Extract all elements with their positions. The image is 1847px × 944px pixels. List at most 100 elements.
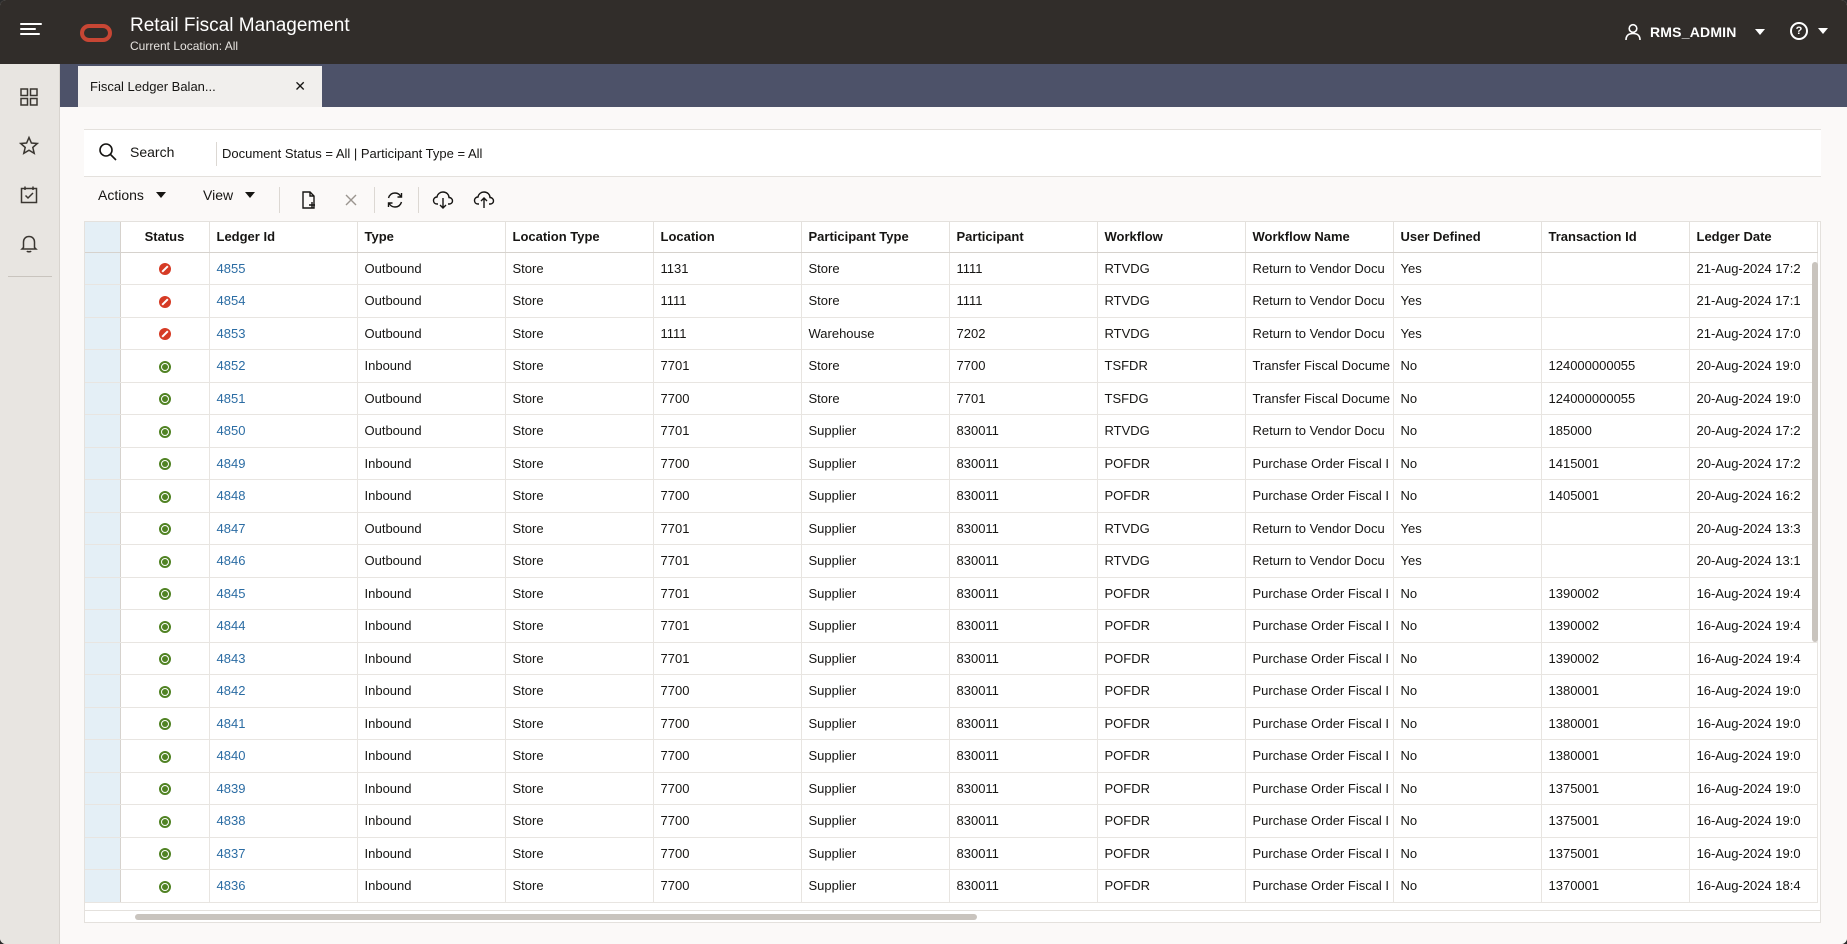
ledger-id-link[interactable]: 4837 xyxy=(217,846,246,861)
table-row[interactable]: 4852 Inbound Store 7701 Store 7700 TSFDR Transf… xyxy=(85,349,1818,383)
column-header-ledger-date[interactable]: Ledger Date xyxy=(1689,222,1818,253)
table-row[interactable]: 4854 Outbound Store 1111 Store 1111 RTVDG Retur… xyxy=(85,284,1818,318)
search-button[interactable]: Search xyxy=(98,142,174,162)
row-selector[interactable] xyxy=(85,544,121,578)
row-selector[interactable] xyxy=(85,837,121,870)
ledger-id-link[interactable]: 4841 xyxy=(217,716,246,731)
ledger-id-link[interactable]: 4845 xyxy=(217,586,246,601)
user-menu[interactable]: RMS_ADMIN xyxy=(1624,20,1765,44)
table-row[interactable]: 4837 Inbound Store 7700 Supplier 830011 POFDR P… xyxy=(85,837,1818,870)
row-selector[interactable] xyxy=(85,284,121,318)
table-row[interactable]: 4855 Outbound Store 1131 Store 1111 RTVDG Retur… xyxy=(85,252,1818,285)
hamburger-menu-icon[interactable] xyxy=(20,20,42,42)
table-row[interactable]: 4844 Inbound Store 7701 Supplier 830011 POFDR P… xyxy=(85,609,1818,643)
column-header-participant[interactable]: Participant xyxy=(949,222,1098,253)
row-selector[interactable] xyxy=(85,577,121,610)
column-header-transaction-id[interactable]: Transaction Id xyxy=(1541,222,1690,253)
location-type-cell: Store xyxy=(505,317,654,350)
row-selector[interactable] xyxy=(85,447,121,480)
delete-icon[interactable] xyxy=(340,189,362,211)
column-header-participant-type[interactable]: Participant Type xyxy=(801,222,950,253)
row-selector[interactable] xyxy=(85,479,121,513)
table-row[interactable]: 4843 Inbound Store 7701 Supplier 830011 POFDR P… xyxy=(85,642,1818,675)
tasks-icon[interactable] xyxy=(18,184,42,208)
ledger-id-link[interactable]: 4840 xyxy=(217,748,246,763)
column-header-location-type[interactable]: Location Type xyxy=(505,222,654,253)
column-header-ledger-id[interactable]: Ledger Id xyxy=(209,222,358,253)
tab-fiscal-ledger-balance[interactable]: Fiscal Ledger Balan... ✕ xyxy=(78,66,322,107)
row-selector[interactable] xyxy=(85,707,121,740)
column-header-workflow-name[interactable]: Workflow Name xyxy=(1245,222,1394,253)
dashboard-icon[interactable] xyxy=(18,86,42,110)
ledger-id-link[interactable]: 4848 xyxy=(217,488,246,503)
table-row[interactable]: 4850 Outbound Store 7701 Supplier 830011 RTVDG… xyxy=(85,414,1818,448)
table-row[interactable]: 4848 Inbound Store 7700 Supplier 830011 POFDR P… xyxy=(85,479,1818,513)
ledger-id-link[interactable]: 4844 xyxy=(217,618,246,633)
column-header-location[interactable]: Location xyxy=(653,222,802,253)
table-row[interactable]: 4846 Outbound Store 7701 Supplier 830011 RTVDG… xyxy=(85,544,1818,578)
ledger-id-link[interactable]: 4850 xyxy=(217,423,246,438)
table-row[interactable]: 4838 Inbound Store 7700 Supplier 830011 POFDR P… xyxy=(85,804,1818,838)
row-selector[interactable] xyxy=(85,772,121,805)
close-icon[interactable]: ✕ xyxy=(294,78,306,95)
help-menu[interactable]: ? xyxy=(1790,22,1828,40)
column-header-status[interactable]: Status xyxy=(120,222,210,253)
ledger-id-link[interactable]: 4855 xyxy=(217,261,246,276)
ledger-id-link[interactable]: 4846 xyxy=(217,553,246,568)
horizontal-scrollbar[interactable] xyxy=(84,911,1821,923)
user-defined-cell: No xyxy=(1393,349,1542,383)
location-cell: 7700 xyxy=(653,447,802,480)
ledger-id-link[interactable]: 4843 xyxy=(217,651,246,666)
refresh-icon[interactable] xyxy=(384,189,406,211)
row-selector[interactable] xyxy=(85,349,121,383)
notifications-bell-icon[interactable] xyxy=(18,232,42,256)
row-selector[interactable] xyxy=(85,252,121,285)
ledger-id-link[interactable]: 4852 xyxy=(217,358,246,373)
column-header-type[interactable]: Type xyxy=(357,222,506,253)
column-header-user-defined[interactable]: User Defined xyxy=(1393,222,1542,253)
table-row[interactable]: 4839 Inbound Store 7700 Supplier 830011 POFDR P… xyxy=(85,772,1818,805)
row-selector[interactable] xyxy=(85,609,121,643)
row-selector[interactable] xyxy=(85,674,121,708)
vertical-scrollbar[interactable] xyxy=(1812,262,1818,642)
filter-summary[interactable]: Document Status = All | Participant Type… xyxy=(222,146,482,161)
user-defined-cell: No xyxy=(1393,414,1542,448)
ledger-id-link[interactable]: 4847 xyxy=(217,521,246,536)
type-cell: Inbound xyxy=(357,447,506,480)
ledger-id-link[interactable]: 4838 xyxy=(217,813,246,828)
table-row[interactable]: 4836 Inbound Store 7700 Supplier 830011 POFDR P… xyxy=(85,869,1818,903)
favorites-star-icon[interactable] xyxy=(18,135,42,159)
ledger-id-link[interactable]: 4849 xyxy=(217,456,246,471)
table-row[interactable]: 4841 Inbound Store 7700 Supplier 830011 POFDR P… xyxy=(85,707,1818,740)
horizontal-scrollbar-thumb[interactable] xyxy=(135,914,977,920)
table-row[interactable]: 4849 Inbound Store 7700 Supplier 830011 POFDR P… xyxy=(85,447,1818,480)
upload-icon[interactable] xyxy=(473,189,495,211)
table-row[interactable]: 4845 Inbound Store 7701 Supplier 830011 POFDR P… xyxy=(85,577,1818,610)
actions-menu-button[interactable]: Actions xyxy=(98,187,166,203)
row-selector[interactable] xyxy=(85,512,121,545)
table-row[interactable]: 4842 Inbound Store 7700 Supplier 830011 POFDR P… xyxy=(85,674,1818,708)
row-selector[interactable] xyxy=(85,739,121,773)
ledger-id-link[interactable]: 4839 xyxy=(217,781,246,796)
row-selector[interactable] xyxy=(85,869,121,903)
table-row[interactable]: 4851 Outbound Store 7700 Store 7701 TSFDG Trans… xyxy=(85,382,1818,415)
ledger-id-link[interactable]: 4851 xyxy=(217,391,246,406)
table-row[interactable]: 4847 Outbound Store 7701 Supplier 830011 RTVDG… xyxy=(85,512,1818,545)
row-selector[interactable] xyxy=(85,804,121,838)
column-header-workflow[interactable]: Workflow xyxy=(1097,222,1246,253)
download-icon[interactable] xyxy=(432,189,454,211)
row-selector[interactable] xyxy=(85,382,121,415)
row-selector[interactable] xyxy=(85,642,121,675)
add-document-icon[interactable] xyxy=(298,189,320,211)
table-row[interactable]: 4853 Outbound Store 1111 Warehouse 7202 RTVDG R… xyxy=(85,317,1818,350)
row-selector[interactable] xyxy=(85,317,121,350)
row-selector[interactable] xyxy=(85,414,121,448)
workflow-name-cell: Return to Vendor Docu xyxy=(1245,512,1394,545)
ledger-id-link[interactable]: 4854 xyxy=(217,293,246,308)
table-row[interactable]: 4840 Inbound Store 7700 Supplier 830011 POFDR P… xyxy=(85,739,1818,773)
view-menu-button[interactable]: View xyxy=(203,187,256,203)
ledger-id-link[interactable]: 4836 xyxy=(217,878,246,893)
workflow-name-cell: Transfer Fiscal Docume xyxy=(1245,349,1394,383)
ledger-id-link[interactable]: 4842 xyxy=(217,683,246,698)
ledger-id-link[interactable]: 4853 xyxy=(217,326,246,341)
